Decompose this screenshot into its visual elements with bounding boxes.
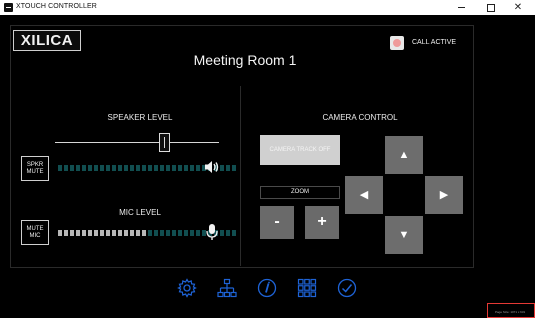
meter-segment (124, 165, 128, 171)
app-icon (4, 3, 13, 12)
meter-segment (118, 230, 122, 236)
speaker-level-slider-thumb[interactable] (159, 133, 171, 152)
meter-segment (196, 165, 200, 171)
meter-segment (70, 165, 74, 171)
meter-segment (184, 230, 188, 236)
page-size-label: Page Size: 1071 x 631 (487, 303, 535, 318)
meter-segment (190, 230, 194, 236)
microphone-icon (206, 224, 218, 240)
check-icon[interactable] (337, 278, 357, 298)
meter-segment (184, 165, 188, 171)
mic-mute-label-line1: MUTE (26, 226, 44, 232)
camera-right-button[interactable]: ▶ (425, 176, 463, 214)
maximize-button[interactable] (478, 0, 504, 15)
meter-segment (232, 165, 236, 171)
meter-segment (88, 230, 92, 236)
meter-segment (226, 230, 230, 236)
meter-segment (142, 230, 146, 236)
meter-segment (220, 165, 224, 171)
xilica-logo: XILICA (13, 30, 81, 51)
meter-segment (148, 230, 152, 236)
meter-segment (226, 165, 230, 171)
info-icon[interactable] (257, 278, 277, 298)
camera-down-button[interactable]: ▼ (385, 216, 423, 254)
meter-segment (166, 230, 170, 236)
call-status-icon (390, 36, 404, 50)
zoom-label: ZOOM (260, 186, 340, 199)
meter-segment (136, 165, 140, 171)
meter-segment (160, 230, 164, 236)
meter-segment (154, 165, 158, 171)
meter-segment (172, 230, 176, 236)
meter-segment (76, 230, 80, 236)
camera-up-button[interactable]: ▲ (385, 136, 423, 174)
meter-segment (232, 230, 236, 236)
camera-left-button[interactable]: ◀ (345, 176, 383, 214)
meter-segment (106, 230, 110, 236)
settings-icon[interactable] (177, 278, 197, 298)
meter-segment (148, 165, 152, 171)
mic-mute-button[interactable]: MUTE MIC (21, 220, 49, 245)
meter-segment (76, 165, 80, 171)
meter-segment (100, 230, 104, 236)
meter-segment (196, 230, 200, 236)
meter-segment (82, 165, 86, 171)
window-title: XTOUCH CONTROLLER (16, 3, 97, 10)
meter-segment (94, 230, 98, 236)
meter-segment (136, 230, 140, 236)
meter-segment (172, 165, 176, 171)
speaker-icon (205, 161, 219, 173)
mic-level-title: MIC LEVEL (119, 208, 161, 217)
speaker-level-title: SPEAKER LEVEL (107, 113, 173, 122)
window-titlebar: XTOUCH CONTROLLER ✕ (0, 0, 535, 15)
grid-icon[interactable] (297, 278, 317, 298)
speaker-mute-label-line2: MUTE (26, 169, 44, 175)
meter-segment (178, 165, 182, 171)
meter-segment (124, 230, 128, 236)
mic-mute-label-line2: MIC (29, 233, 41, 239)
meter-segment (64, 230, 68, 236)
zoom-out-button[interactable]: - (260, 206, 294, 239)
meter-segment (112, 230, 116, 236)
room-title: Meeting Room 1 (193, 52, 297, 68)
network-icon[interactable] (217, 278, 237, 298)
section-divider (240, 86, 241, 266)
meter-segment (94, 165, 98, 171)
meter-segment (58, 230, 62, 236)
meter-segment (118, 165, 122, 171)
call-status-label: CALL ACTIVE (412, 39, 457, 46)
meter-segment (166, 165, 170, 171)
speaker-level-slider[interactable] (55, 142, 219, 143)
meter-segment (58, 165, 62, 171)
meter-segment (70, 230, 74, 236)
camera-track-button[interactable]: CAMERA TRACK OFF (260, 135, 340, 165)
meter-segment (106, 165, 110, 171)
minimize-button[interactable] (449, 0, 475, 15)
meter-segment (82, 230, 86, 236)
meter-segment (142, 165, 146, 171)
meter-segment (160, 165, 164, 171)
zoom-in-button[interactable]: + (305, 206, 339, 239)
meter-segment (220, 230, 224, 236)
speaker-mute-button[interactable]: SPKR MUTE (21, 156, 49, 181)
speaker-mute-label-line1: SPKR (26, 162, 44, 168)
meter-segment (154, 230, 158, 236)
meter-segment (112, 165, 116, 171)
meter-segment (130, 230, 134, 236)
meter-segment (190, 165, 194, 171)
meter-segment (100, 165, 104, 171)
meter-segment (130, 165, 134, 171)
meter-segment (88, 165, 92, 171)
meter-segment (64, 165, 68, 171)
meter-segment (178, 230, 182, 236)
camera-control-title: CAMERA CONTROL (322, 113, 398, 122)
close-button[interactable]: ✕ (505, 0, 531, 15)
